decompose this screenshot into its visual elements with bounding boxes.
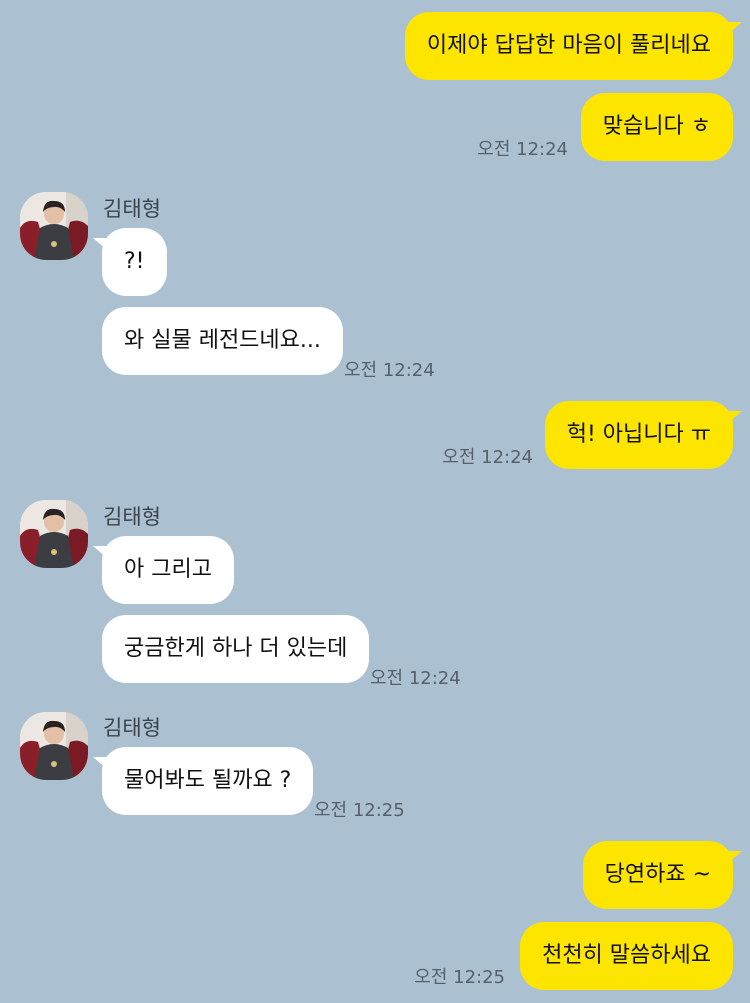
message-timestamp: 오전 12:25 (414, 967, 505, 988)
message-bubble-outgoing[interactable]: 헉! 아닙니다 ㅠ (544, 401, 743, 469)
message-timestamp: 오전 12:24 (370, 668, 461, 689)
message-timestamp: 오전 12:24 (477, 139, 568, 160)
message-timestamp: 오전 12:25 (314, 800, 405, 821)
message-bubble-outgoing[interactable]: 이제야 답답한 마음이 풀리네요 (404, 12, 743, 80)
message-bubble-incoming[interactable]: 궁금한게 하나 더 있는데 (102, 615, 370, 683)
chat-room: 이제야 답답한 마음이 풀리네요 맞습니다 ㅎ 오전 12:24 김태형 ?! … (0, 0, 750, 1003)
profile-photo-icon (20, 712, 88, 780)
message-bubble-incoming[interactable]: ?! (93, 228, 167, 296)
contact-avatar[interactable] (20, 192, 88, 260)
sender-name: 김태형 (103, 197, 161, 221)
message-bubble-outgoing[interactable]: 맞습니다 ㅎ (580, 93, 733, 161)
sender-name: 김태형 (103, 716, 161, 740)
message-timestamp: 오전 12:24 (344, 360, 435, 381)
sender-name: 김태형 (103, 505, 161, 529)
contact-avatar[interactable] (20, 500, 88, 568)
profile-photo-icon (20, 500, 88, 568)
profile-photo-icon (20, 192, 88, 260)
contact-avatar[interactable] (20, 712, 88, 780)
message-bubble-incoming[interactable]: 물어봐도 될까요 ? (92, 747, 314, 815)
message-bubble-outgoing[interactable]: 천천히 말씀하세요 (520, 922, 733, 990)
message-bubble-incoming[interactable]: 와 실물 레전드네요... (102, 307, 343, 375)
message-bubble-outgoing[interactable]: 당연하죠 ~ (582, 841, 743, 909)
message-bubble-incoming[interactable]: 아 그리고 (93, 536, 234, 604)
message-timestamp: 오전 12:24 (442, 447, 533, 468)
